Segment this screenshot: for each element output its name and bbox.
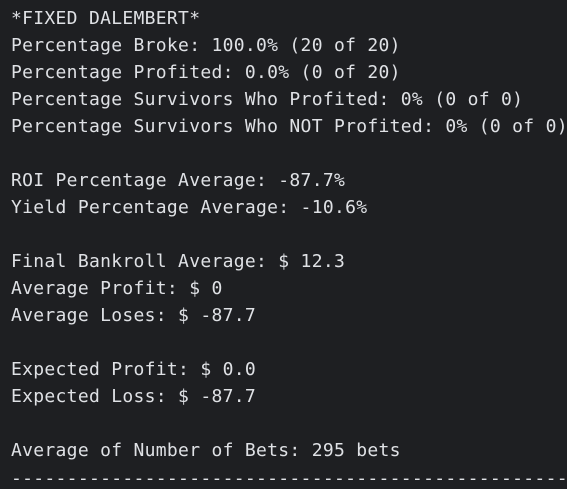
survivors-profited-line: Percentage Survivors Who Profited: 0% (0… <box>11 89 524 110</box>
final-bankroll-average-line: Final Bankroll Average: $ 12.3 <box>11 251 346 272</box>
expected-profit-line: Expected Profit: $ 0.0 <box>11 359 257 380</box>
survivors-not-profited-line: Percentage Survivors Who NOT Profited: 0… <box>11 116 567 137</box>
average-number-of-bets-line: Average of Number of Bets: 295 bets <box>11 440 401 461</box>
roi-average-line: ROI Percentage Average: -87.7% <box>11 170 346 191</box>
terminal-output[interactable]: *FIXED DALEMBERT* Percentage Broke: 100.… <box>0 0 567 489</box>
separator-line: ----------------------------------------… <box>11 469 567 489</box>
average-loses-line: Average Loses: $ -87.7 <box>11 305 257 326</box>
yield-average-line: Yield Percentage Average: -10.6% <box>11 197 368 218</box>
report-title: *FIXED DALEMBERT* <box>11 8 201 29</box>
percentage-broke-line: Percentage Broke: 100.0% (20 of 20) <box>11 35 401 56</box>
average-profit-line: Average Profit: $ 0 <box>11 278 223 299</box>
percentage-profited-line: Percentage Profited: 0.0% (0 of 20) <box>11 62 401 83</box>
expected-loss-line: Expected Loss: $ -87.7 <box>11 386 257 407</box>
